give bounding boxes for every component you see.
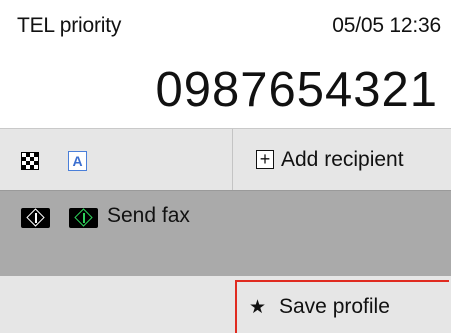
send-fax-button[interactable]: Send fax: [0, 190, 451, 277]
status-header: TEL priority 05/05 12:36 0987654321: [0, 0, 451, 128]
save-profile-label: Save profile: [279, 295, 390, 318]
save-profile-button[interactable]: ★ Save profile: [235, 280, 449, 333]
add-recipient-label: Add recipient: [281, 148, 404, 171]
save-row: ★ Save profile: [0, 276, 451, 333]
start-black-icon: [21, 208, 50, 228]
mode-label: TEL priority: [17, 14, 122, 37]
send-fax-label: Send fax: [107, 204, 190, 227]
scan-settings-area[interactable]: A: [0, 129, 232, 191]
start-color-icon: [69, 208, 98, 228]
datetime-label: 05/05 12:36: [332, 14, 441, 37]
color-mode-icon: A: [68, 151, 87, 171]
fax-number-display[interactable]: 0987654321: [155, 62, 438, 118]
options-row: A + Add recipient: [0, 128, 451, 191]
plus-box-icon: +: [256, 150, 274, 169]
add-recipient-button[interactable]: + Add recipient: [233, 129, 451, 191]
star-plus-icon: ★: [249, 297, 267, 318]
checker-icon: [21, 152, 39, 170]
